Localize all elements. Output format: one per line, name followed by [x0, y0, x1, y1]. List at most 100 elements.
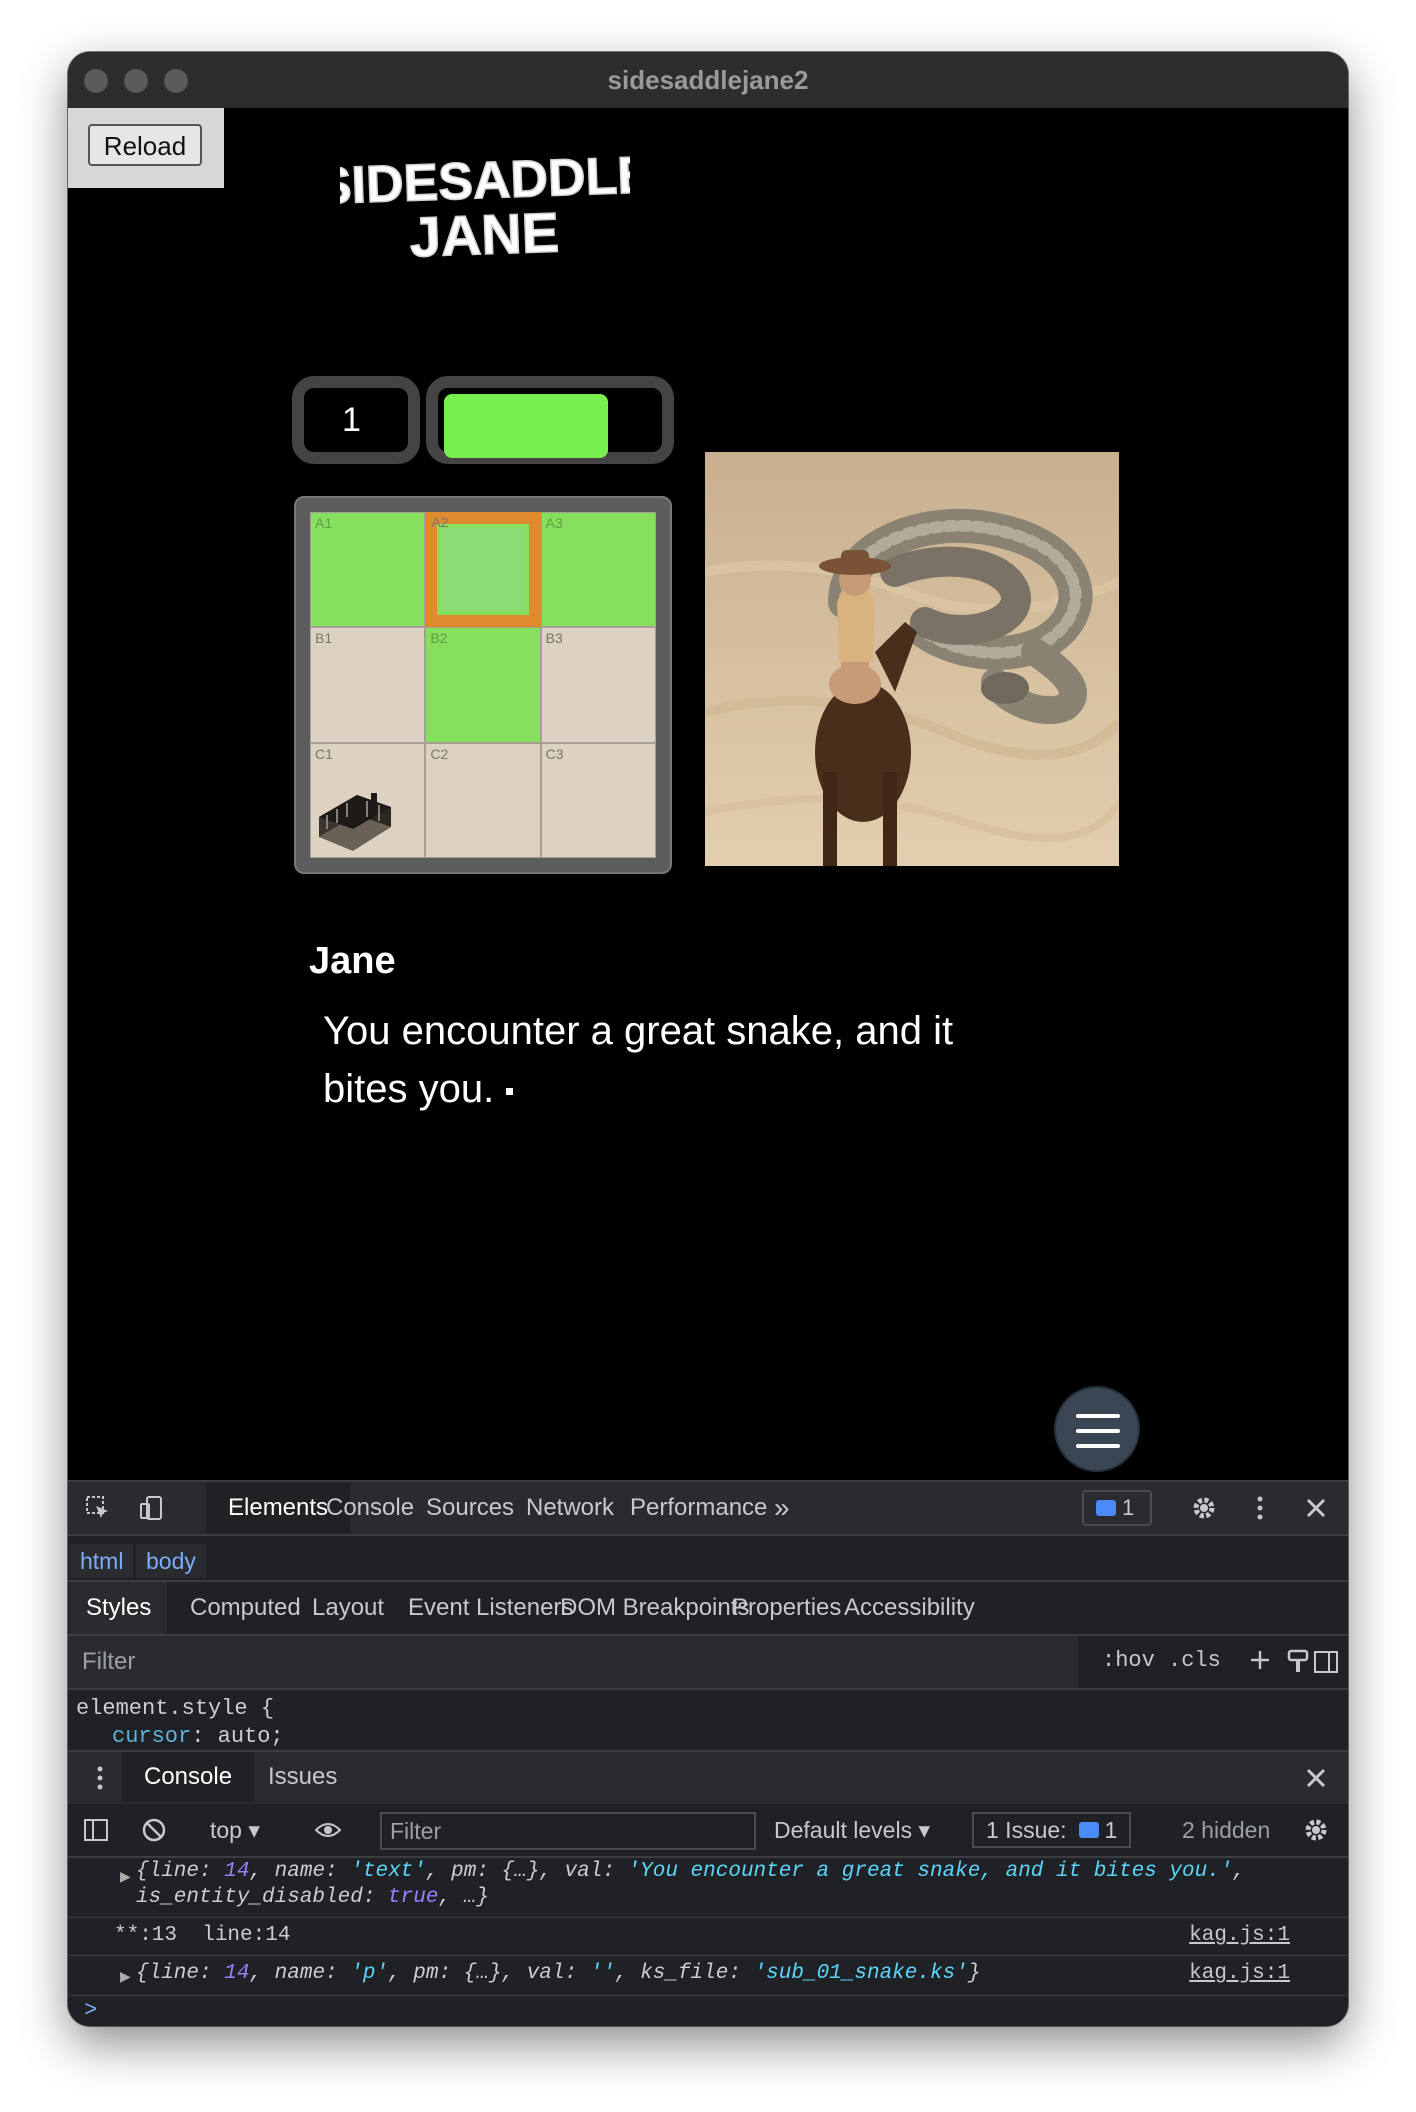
map-cell-b1[interactable]: B1: [310, 627, 426, 743]
console-sidebar-icon[interactable]: [82, 1816, 110, 1844]
health-track: [444, 394, 644, 458]
drawer-menu-icon[interactable]: [86, 1764, 114, 1792]
log-source-link[interactable]: kag.js:1: [1189, 1924, 1290, 1947]
log-disabled-flag: true: [388, 1886, 439, 1909]
menu-icon-bar: [1076, 1444, 1120, 1448]
hamburger-menu-button[interactable]: [1054, 1386, 1140, 1472]
building-icon: [319, 793, 391, 851]
clear-console-icon[interactable]: [140, 1816, 168, 1844]
console-log-entry[interactable]: ▶ {line: 14, name: 'p', pm: {…}, val: ''…: [68, 1956, 1348, 1996]
close-drawer-icon[interactable]: [1302, 1764, 1330, 1792]
cell-label: A3: [545, 515, 563, 531]
log-file: 'sub_01_snake.ks': [753, 1962, 968, 1985]
game-viewport[interactable]: Reload SIDESADDLE JANE 1 A1 A2 A3 B1 B2 …: [68, 108, 1348, 1480]
map-cell-b2[interactable]: B2: [425, 627, 541, 743]
scene-image: [705, 452, 1119, 866]
devtools-toolbar: Elements Console Sources Network Perform…: [68, 1480, 1348, 1536]
cell-label: B2: [430, 630, 448, 647]
drawer-tab-console[interactable]: Console: [122, 1752, 255, 1802]
gear-icon[interactable]: [1190, 1494, 1218, 1522]
map-cell-c2[interactable]: C2: [425, 742, 541, 858]
text-advance-indicator: [506, 1087, 514, 1095]
subtab-styles[interactable]: Styles: [70, 1582, 168, 1634]
breadcrumb-html[interactable]: html: [70, 1544, 134, 1578]
dialogue-message[interactable]: You encounter a great snake, and it bite…: [323, 1002, 1043, 1118]
turn-counter: 1: [292, 376, 420, 464]
reload-panel: Reload: [68, 108, 224, 188]
console-log-entry: **:13 line:14 kag.js:1: [68, 1918, 1348, 1956]
subtab-layout[interactable]: Layout: [296, 1582, 400, 1634]
styles-filter-row: :hov .cls: [68, 1636, 1348, 1690]
console-issues-button[interactable]: 1 Issue: 1: [972, 1812, 1132, 1848]
log-levels-label: Default levels: [774, 1817, 913, 1843]
issues-label: 1 Issue:: [986, 1817, 1067, 1843]
toggle-sidebar-icon[interactable]: [1312, 1648, 1340, 1676]
style-declaration[interactable]: cursor: auto;: [112, 1724, 284, 1749]
styles-subtabs: Styles Computed Layout Event Listeners D…: [68, 1582, 1348, 1636]
map-cell-c1[interactable]: C1: [310, 742, 426, 858]
reload-button[interactable]: Reload: [88, 124, 202, 166]
style-value: auto;: [217, 1724, 284, 1749]
log-name: 'p': [350, 1962, 389, 1985]
current-cell-highlight: [441, 528, 525, 612]
log-val: 'You encounter a great snake, and it bit…: [627, 1860, 1233, 1883]
expand-triangle-icon[interactable]: ▶: [120, 1968, 131, 1985]
drawer-tab-issues[interactable]: Issues: [246, 1752, 359, 1802]
console-filter-input[interactable]: [380, 1812, 756, 1850]
dialogue-text: You encounter a great snake, and it bite…: [323, 1009, 954, 1111]
map-cell-a2[interactable]: A2: [425, 512, 541, 628]
console-drawer-bar: Console Issues: [68, 1750, 1348, 1804]
console-settings-gear-icon[interactable]: [1302, 1816, 1330, 1844]
log-source-link[interactable]: kag.js:1: [1189, 1962, 1290, 1985]
issues-count: 1: [1104, 1817, 1118, 1843]
log-text: **:13 line:14: [114, 1924, 291, 1947]
health-fill: [444, 394, 608, 458]
issues-badge-count: 1: [1122, 1495, 1135, 1520]
more-tabs-button[interactable]: »: [752, 1482, 812, 1534]
logo-line-2: JANE: [409, 200, 560, 264]
breadcrumb: html body: [68, 1536, 1348, 1582]
context-selector[interactable]: top ▾: [210, 1804, 260, 1856]
inspect-element-icon[interactable]: [84, 1494, 112, 1522]
health-bar: [426, 376, 674, 464]
hidden-count: 2 hidden: [1182, 1817, 1271, 1843]
style-selector: element.style {: [76, 1696, 275, 1721]
cell-label: B3: [545, 630, 563, 647]
cell-label: A2: [431, 514, 449, 530]
cell-label: C3: [545, 745, 564, 762]
chevron-down-icon: ▾: [248, 1817, 260, 1843]
cell-label: A1: [315, 515, 333, 531]
styles-filter-input[interactable]: [68, 1636, 1078, 1688]
log-levels-dropdown[interactable]: Default levels ▾: [774, 1804, 930, 1856]
device-toolbar-icon[interactable]: [138, 1494, 166, 1522]
log-line-number: 14: [224, 1962, 250, 1985]
map-cell-a1[interactable]: A1: [310, 512, 426, 628]
cell-label: C1: [315, 745, 333, 762]
map-panel: A1 A2 A3 B1 B2 B3 C1 C2 C3: [294, 496, 672, 874]
message-icon: [1096, 1499, 1116, 1516]
eye-icon[interactable]: [314, 1816, 342, 1844]
log-object-line-2: is_entity_disabled: true, …}: [136, 1886, 489, 1909]
devtools-panel: Elements Console Sources Network Perform…: [68, 1480, 1348, 2026]
map-cell-b3[interactable]: B3: [540, 627, 656, 743]
expand-triangle-icon[interactable]: ▶: [120, 1868, 131, 1885]
console-log-entry[interactable]: ▶ {line: 14, name: 'text', pm: {…}, val:…: [68, 1858, 1348, 1918]
more-options-icon[interactable]: [1246, 1494, 1274, 1522]
style-property: cursor: [112, 1724, 192, 1749]
console-toolbar: top ▾ Default levels ▾ 1 Issue: 1 2 hidde…: [68, 1804, 1348, 1858]
log-line-number: 14: [224, 1860, 250, 1883]
map-cell-a3[interactable]: A3: [540, 512, 656, 628]
cell-label: B1: [315, 630, 333, 647]
cls-toggle[interactable]: .cls: [1168, 1648, 1221, 1673]
close-icon[interactable]: [1302, 1494, 1330, 1522]
breadcrumb-body[interactable]: body: [136, 1544, 206, 1578]
paint-brush-icon[interactable]: [1284, 1648, 1312, 1676]
map-cell-c3[interactable]: C3: [540, 742, 656, 858]
issues-badge[interactable]: 1: [1082, 1490, 1152, 1526]
log-object-line-1: {line: 14, name: 'text', pm: {…}, val: '…: [136, 1860, 1246, 1883]
add-style-rule-icon[interactable]: [1248, 1648, 1276, 1676]
hov-toggle[interactable]: :hov: [1102, 1648, 1155, 1673]
game-logo: SIDESADDLE JANE: [340, 154, 630, 264]
console-prompt[interactable]: >: [84, 1998, 97, 2023]
subtab-accessibility[interactable]: Accessibility: [828, 1582, 991, 1634]
